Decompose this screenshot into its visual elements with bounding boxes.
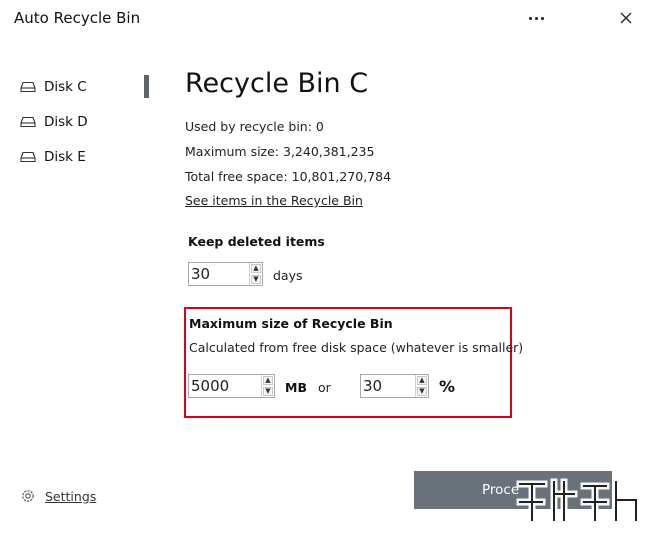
- sidebar-item-label: Disk E: [44, 149, 86, 165]
- watermark-logo: [516, 478, 640, 524]
- settings-link[interactable]: Settings: [20, 488, 96, 504]
- keep-heading: Keep deleted items: [188, 234, 325, 249]
- sidebar-item-label: Disk C: [44, 79, 87, 95]
- drive-icon: [20, 81, 36, 93]
- spin-up-icon[interactable]: ▲: [251, 264, 261, 273]
- percent-stepper[interactable]: ▲ ▼: [360, 374, 429, 398]
- max-size-info: Maximum size: 3,240,381,235: [185, 144, 375, 159]
- percent-unit-label: %: [439, 377, 456, 396]
- mb-unit-label: MB: [285, 380, 307, 395]
- keep-days-stepper[interactable]: ▲ ▼: [188, 262, 263, 286]
- more-options-button[interactable]: [522, 6, 550, 30]
- sidebar-item-disk-c[interactable]: Disk C: [20, 76, 87, 98]
- sidebar-item-label: Disk D: [44, 114, 88, 130]
- spin-down-icon[interactable]: ▼: [251, 275, 261, 284]
- mb-input[interactable]: [189, 375, 261, 397]
- keep-days-input[interactable]: [189, 263, 249, 285]
- used-info: Used by recycle bin: 0: [185, 119, 324, 134]
- see-items-link[interactable]: See items in the Recycle Bin: [185, 193, 363, 208]
- mb-stepper[interactable]: ▲ ▼: [188, 374, 275, 398]
- or-label: or: [318, 380, 331, 395]
- max-size-description: Calculated from free disk space (whateve…: [189, 340, 524, 355]
- spin-up-icon[interactable]: ▲: [417, 376, 427, 385]
- selection-indicator: [144, 75, 149, 98]
- spin-down-icon[interactable]: ▼: [417, 387, 427, 396]
- free-space-info: Total free space: 10,801,270,784: [185, 169, 392, 184]
- page-title: Recycle Bin C: [185, 68, 369, 99]
- close-icon: [620, 12, 632, 24]
- more-icon: [528, 16, 544, 20]
- spin-down-icon[interactable]: ▼: [263, 387, 273, 396]
- sidebar-item-disk-d[interactable]: Disk D: [20, 111, 88, 133]
- close-button[interactable]: [612, 6, 640, 30]
- drive-icon: [20, 116, 36, 128]
- gear-icon: [22, 490, 34, 502]
- drive-icon: [20, 151, 36, 163]
- window-title: Auto Recycle Bin: [14, 9, 141, 27]
- days-label: days: [273, 268, 303, 283]
- sidebar-item-disk-e[interactable]: Disk E: [20, 146, 86, 168]
- spin-up-icon[interactable]: ▲: [263, 376, 273, 385]
- max-size-heading: Maximum size of Recycle Bin: [189, 316, 393, 331]
- settings-label: Settings: [45, 488, 97, 504]
- percent-input[interactable]: [361, 375, 415, 397]
